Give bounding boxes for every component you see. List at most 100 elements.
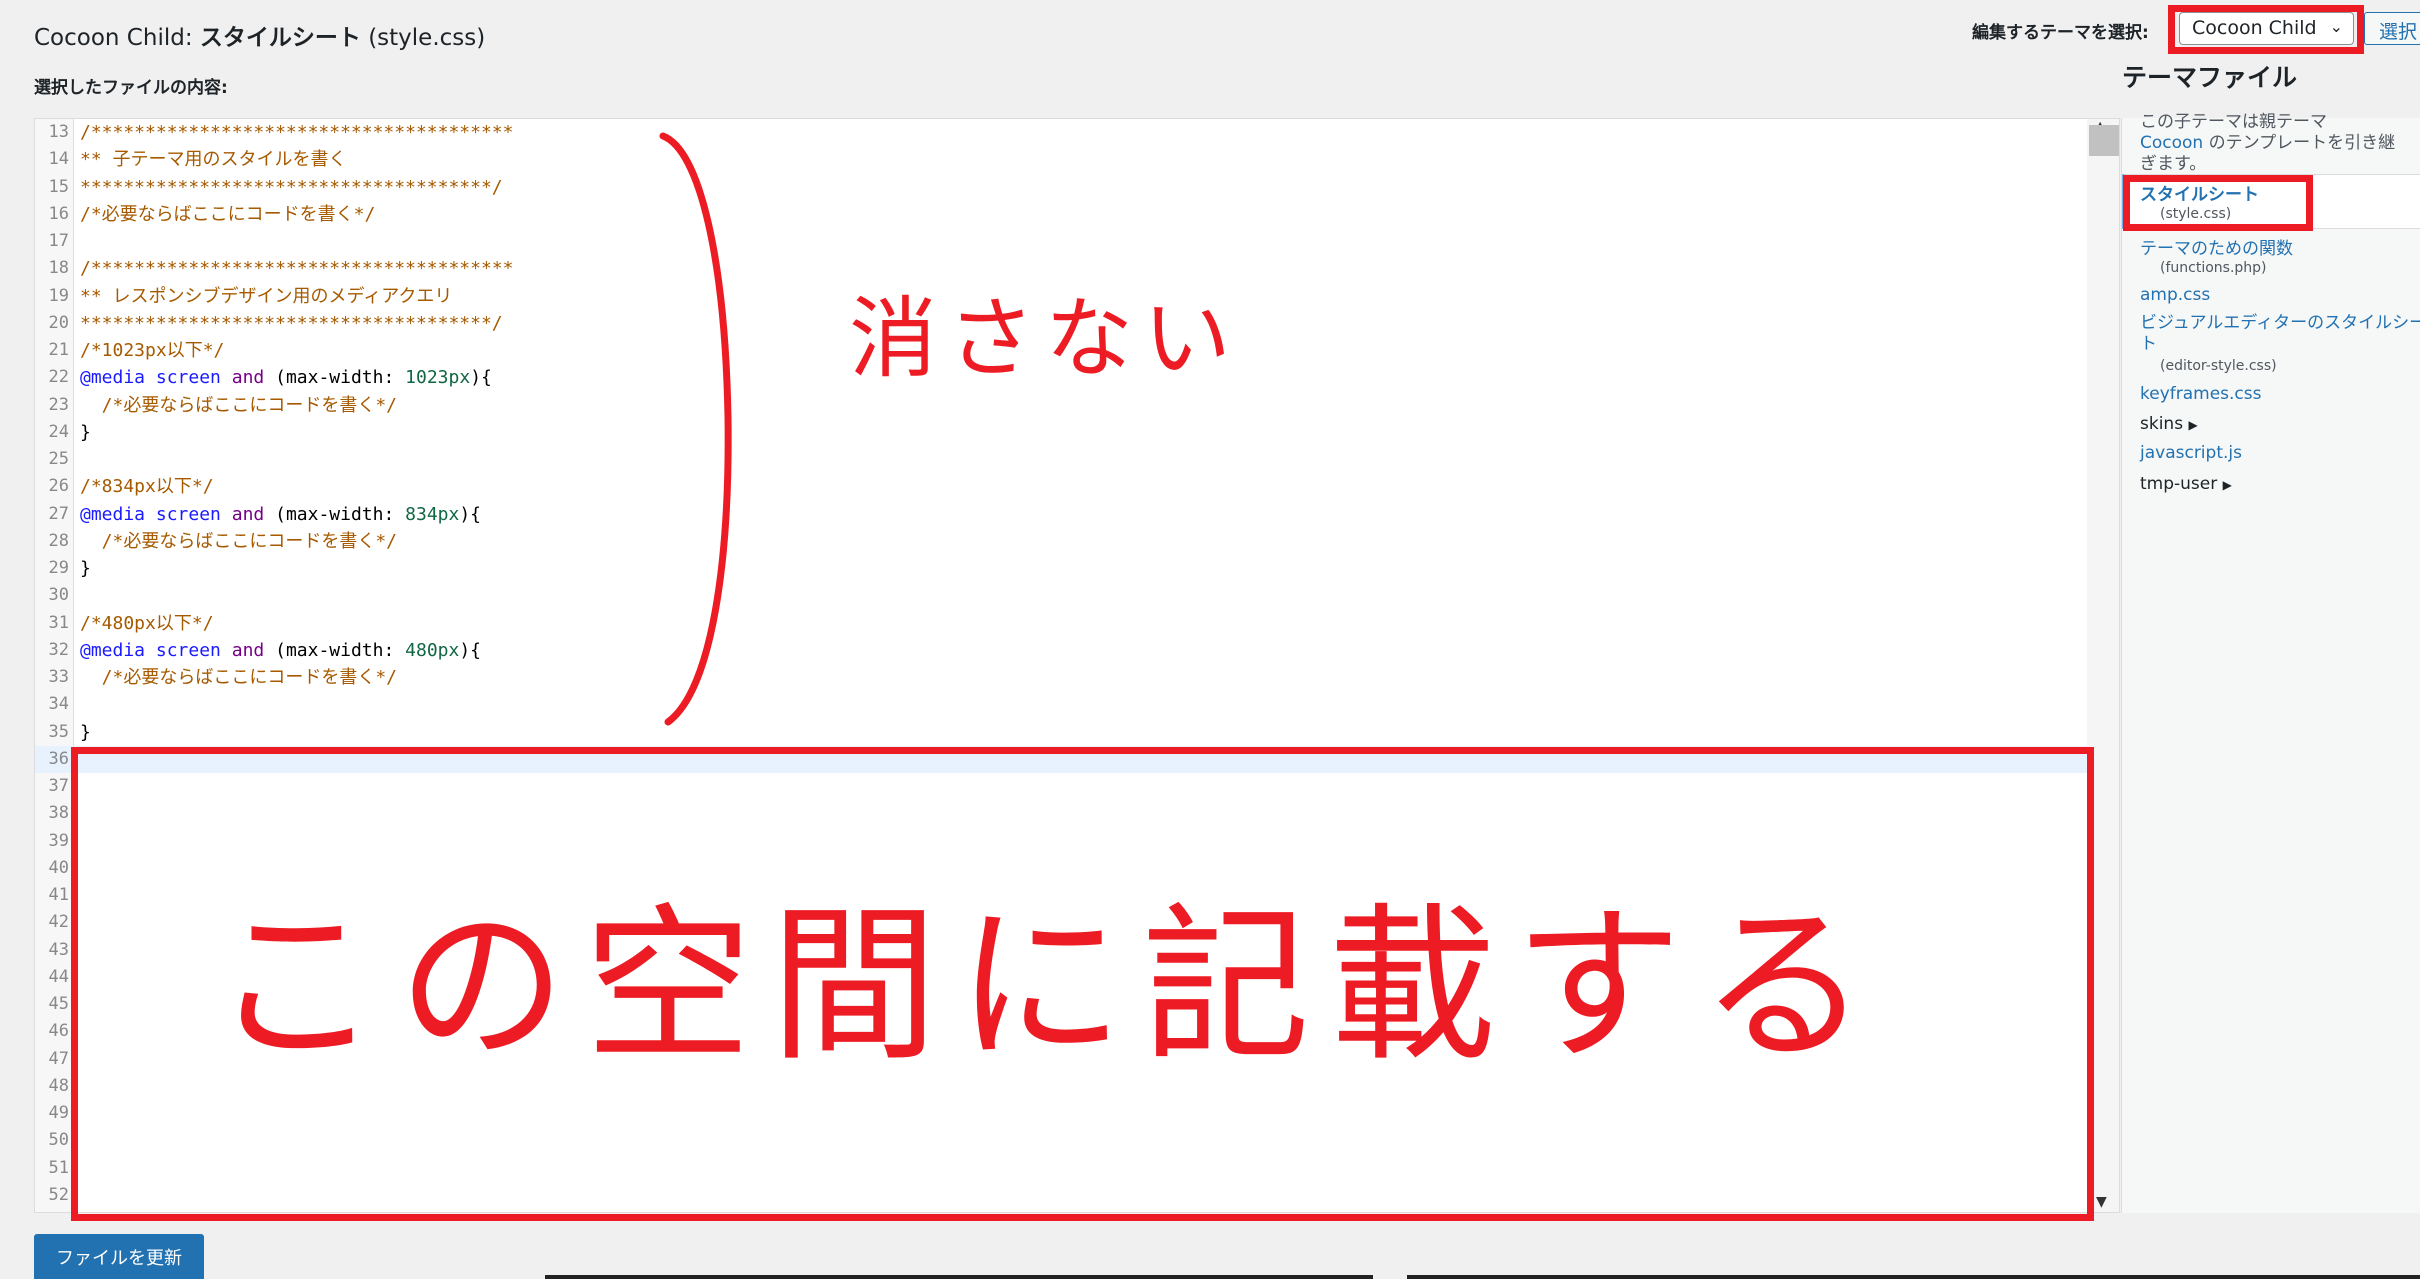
- code-text: /*480px以下*/: [80, 610, 214, 637]
- parent-theme-link[interactable]: Cocoon: [2140, 133, 2203, 153]
- code-line[interactable]: 32 @media screen and (max-width: 480px){: [35, 637, 2087, 664]
- line-number: 19: [48, 285, 69, 306]
- expand-arrow-icon: ▶: [2222, 478, 2232, 492]
- file-item-amp-css[interactable]: amp.css: [2140, 285, 2210, 305]
- code-token: 480px: [405, 639, 460, 661]
- line-number: 13: [48, 122, 69, 142]
- code-token: }: [80, 421, 91, 443]
- code-text: /***************************************: [80, 255, 513, 282]
- code-line[interactable]: 16 /*必要ならばここにコードを書く*/: [35, 201, 2087, 228]
- file-item-functions-php[interactable]: テーマのための関数: [2140, 234, 2293, 259]
- code-token: /***************************************: [80, 122, 514, 143]
- line-number: 16: [48, 203, 69, 224]
- code-line[interactable]: 15 **************************************…: [35, 174, 2087, 201]
- line-number: 50: [48, 1130, 69, 1151]
- line-number: 22: [48, 367, 69, 388]
- scrollbar-thumb[interactable]: [2089, 125, 2119, 156]
- code-token: (max-width:: [264, 367, 406, 389]
- code-text: }: [80, 719, 91, 746]
- line-number: 37: [48, 776, 69, 796]
- code-token: /*必要ならばここにコードを書く*/: [80, 394, 398, 416]
- code-line[interactable]: 33 /*必要ならばここにコードを書く*/: [35, 664, 2087, 691]
- code-text: ** 子テーマ用のスタイルを書く: [80, 146, 347, 173]
- line-number: 26: [48, 476, 69, 497]
- code-line[interactable]: 24}: [35, 419, 2087, 446]
- code-token: @media: [80, 503, 146, 525]
- code-text: @media screen and (max-width: 480px){: [80, 637, 481, 664]
- code-line[interactable]: 13 /*************************************…: [35, 119, 2087, 146]
- line-number: 27: [48, 503, 69, 524]
- annotation-highlight-style-css: [2123, 175, 2313, 231]
- line-number: 18: [48, 258, 69, 279]
- file-name: (editor-style.css): [2160, 358, 2277, 374]
- code-token: /*480px以下*/: [80, 612, 214, 634]
- line-number: 32: [48, 639, 69, 660]
- line-number: 42: [48, 912, 69, 933]
- line-number: 48: [48, 1075, 69, 1096]
- update-file-button[interactable]: ファイルを更新: [34, 1234, 204, 1279]
- code-token: ){: [459, 639, 482, 661]
- line-number: 38: [48, 803, 69, 824]
- code-token: **************************************/: [80, 176, 503, 198]
- code-text: **************************************/: [80, 174, 503, 201]
- code-line[interactable]: 34: [35, 691, 2087, 718]
- line-number: 46: [48, 1021, 69, 1042]
- line-number: 52: [48, 1184, 69, 1205]
- code-text: @media screen and (max-width: 1023px){: [80, 364, 492, 391]
- code-line[interactable]: 14 ** 子テーマ用のスタイルを書く: [35, 146, 2087, 173]
- line-number: 15: [48, 176, 69, 197]
- code-line[interactable]: 17: [35, 228, 2087, 255]
- file-item-keyframes-css[interactable]: keyframes.css: [2140, 384, 2262, 404]
- code-token: **************************************/: [80, 312, 503, 334]
- code-line[interactable]: 30: [35, 582, 2087, 609]
- line-number: 20: [48, 312, 69, 333]
- theme-files-heading: テーマファイル: [2122, 63, 2298, 92]
- code-line[interactable]: 26 /*834px以下*/: [35, 473, 2087, 500]
- folder-item-skins[interactable]: skins ▶: [2140, 414, 2198, 434]
- select-theme-button[interactable]: 選択: [2364, 12, 2420, 45]
- code-line[interactable]: 27 @media screen and (max-width: 834px){: [35, 501, 2087, 528]
- code-token: @media: [80, 367, 146, 389]
- line-number: 14: [48, 149, 69, 170]
- line-number: 36: [48, 748, 69, 769]
- code-line[interactable]: 31 /*480px以下*/: [35, 610, 2087, 637]
- code-line[interactable]: 29}: [35, 555, 2087, 582]
- code-token: and: [231, 503, 265, 525]
- line-number: 40: [48, 857, 69, 878]
- code-line[interactable]: 28 /*必要ならばここにコードを書く*/: [35, 528, 2087, 555]
- theme-select-label: 編集するテーマを選択:: [1972, 23, 2149, 43]
- file-item-javascript-js[interactable]: javascript.js: [2140, 443, 2242, 463]
- code-text: }: [80, 555, 91, 582]
- code-token: 1023px: [405, 367, 471, 389]
- scroll-down-icon[interactable]: ▼: [2096, 1194, 2107, 1210]
- annotation-do-not-delete: 消さない: [849, 287, 1242, 390]
- line-number: 24: [48, 421, 69, 442]
- line-number: 30: [48, 585, 69, 606]
- line-number: 33: [48, 667, 69, 687]
- line-number: 39: [48, 830, 69, 851]
- code-token: @media: [80, 639, 146, 661]
- line-number: 25: [48, 449, 69, 469]
- code-token: }: [80, 558, 91, 579]
- line-number: 47: [48, 1048, 69, 1069]
- line-number: 43: [48, 939, 69, 960]
- code-token: /*834px以下*/: [80, 476, 214, 498]
- code-text: /*必要ならばここにコードを書く*/: [80, 201, 375, 228]
- code-text: **************************************/: [80, 310, 503, 337]
- code-token: screen: [155, 503, 221, 525]
- code-token: /*必要ならばここにコードを書く*/: [80, 530, 398, 552]
- folder-item-tmp-user[interactable]: tmp-user ▶: [2140, 474, 2232, 494]
- code-line[interactable]: 25: [35, 446, 2087, 473]
- file-item-editor-style-css[interactable]: ビジュアルエディターのスタイルシート: [2140, 313, 2420, 355]
- line-number: 34: [48, 694, 69, 715]
- code-line[interactable]: 23 /*必要ならばここにコードを書く*/: [35, 392, 2087, 419]
- code-line[interactable]: 35}: [35, 719, 2087, 746]
- code-token: /***************************************: [80, 258, 514, 280]
- code-text: ** レスポンシブデザイン用のメディアクエリ: [80, 283, 452, 310]
- code-token: 834px: [405, 503, 460, 525]
